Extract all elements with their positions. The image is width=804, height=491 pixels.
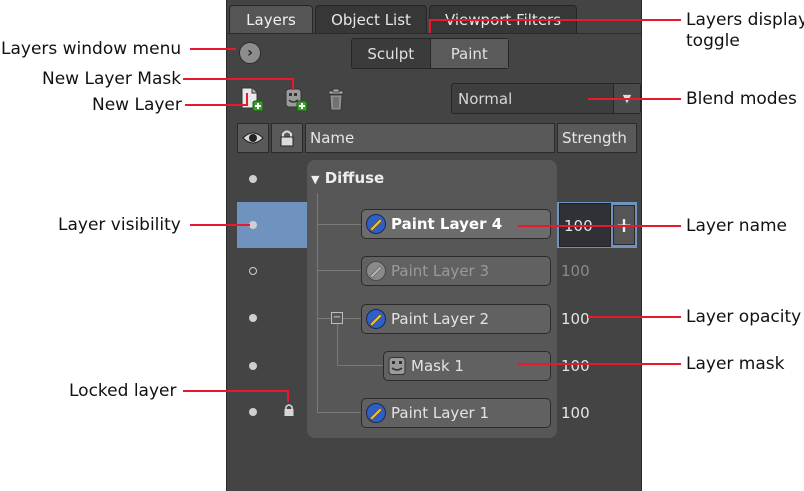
layer-strength-value[interactable]: 100 [561,357,590,375]
layer-item-paint-layer-3[interactable]: Paint Layer 3 [361,256,551,286]
layer-name: Paint Layer 4 [391,215,503,233]
group-visibility-toggle[interactable] [249,175,257,183]
layer-item-mask-1[interactable]: Mask 1 [383,351,551,381]
layer-visibility-toggle[interactable] [249,362,257,370]
callout-locked-layer: Locked layer [69,381,177,401]
paint-toggle-button[interactable]: Paint [429,39,508,68]
tab-divider [227,33,641,34]
paint-layer-icon [366,309,386,329]
new-layer-mask-button[interactable] [283,86,309,112]
layer-name: Paint Layer 1 [391,404,490,422]
sculpt-toggle-button[interactable]: Sculpt [352,39,430,68]
tree-line [317,270,361,271]
chevron-right-icon: › [247,45,253,61]
lock-icon [280,130,294,147]
tree-line [317,224,361,225]
layer-item-paint-layer-2[interactable]: Paint Layer 2 [361,304,551,334]
plus-icon: + [615,213,633,237]
tree-line [317,193,318,412]
layer-visibility-toggle[interactable] [249,408,257,416]
layer-group-diffuse [307,160,557,438]
callout-new-layer: New Layer [92,95,182,115]
layer-strength-value[interactable]: 100 [564,217,593,235]
callout-layer-mask: Layer mask [686,354,785,374]
collapse-toggle-icon[interactable]: − [331,312,343,324]
callout-layer-opacity: Layer opacity [686,307,802,327]
blend-mode-dropdown[interactable]: Normal ▼ [451,83,641,114]
blend-mode-value: Normal [458,89,513,108]
name-column-header[interactable]: Name [305,123,555,153]
callout-layers-display-toggle-line2: toggle [686,31,740,51]
layers-display-toggle: Sculpt Paint [351,38,509,69]
layer-strength-value[interactable]: 100 [561,404,590,422]
chevron-down-icon[interactable]: ▼ [613,84,640,113]
layer-strength-value[interactable]: 100 [561,310,590,328]
tab-layers[interactable]: Layers [229,5,313,33]
tree-line [337,324,338,366]
layer-strength-value[interactable]: 100 [561,262,590,280]
callout-layers-window-menu: Layers window menu [1,39,182,59]
visibility-column-header[interactable] [237,123,269,153]
tab-viewport-filters[interactable]: Viewport Filters [429,5,577,33]
layer-visibility-toggle[interactable] [249,267,257,275]
paint-layer-icon [366,261,386,281]
layer-visibility-toggle[interactable] [249,221,257,229]
tab-object-list[interactable]: Object List [315,5,427,33]
group-name: Diffuse [324,169,385,187]
layer-name: Paint Layer 2 [391,310,490,328]
callout-new-layer-mask: New Layer Mask [42,69,182,89]
paint-layer-icon [366,214,386,234]
layers-panel: Layers Object List Viewport Filters › Sc… [226,0,642,491]
strength-column-header[interactable]: Strength [557,123,637,153]
new-layer-button[interactable] [239,86,265,112]
lock-column-header[interactable] [271,123,303,153]
tree-line [317,412,361,413]
eye-icon [242,132,264,144]
layer-item-paint-layer-1[interactable]: Paint Layer 1 [361,398,551,428]
callout-layers-display-toggle: Layers display [686,10,804,30]
layer-visibility-toggle[interactable] [249,314,257,322]
layer-mask-icon [388,357,406,375]
layer-name: Paint Layer 3 [391,262,490,280]
layer-lock-icon[interactable] [283,403,295,417]
triangle-down-icon[interactable]: ▼ [311,173,319,186]
callout-layer-visibility: Layer visibility [58,215,181,235]
layer-item-paint-layer-4[interactable]: Paint Layer 4 [361,209,551,239]
layers-window-menu-button[interactable]: › [239,42,261,64]
delete-layer-button[interactable] [325,88,347,112]
callout-blend-modes: Blend modes [686,89,797,109]
layer-name: Mask 1 [411,357,464,375]
tree-line [337,365,383,366]
callout-layer-name: Layer name [686,216,788,236]
layer-group-title[interactable]: ▼ Diffuse [311,169,384,187]
strength-increment-button[interactable]: + [613,205,635,245]
paint-layer-icon [366,403,386,423]
